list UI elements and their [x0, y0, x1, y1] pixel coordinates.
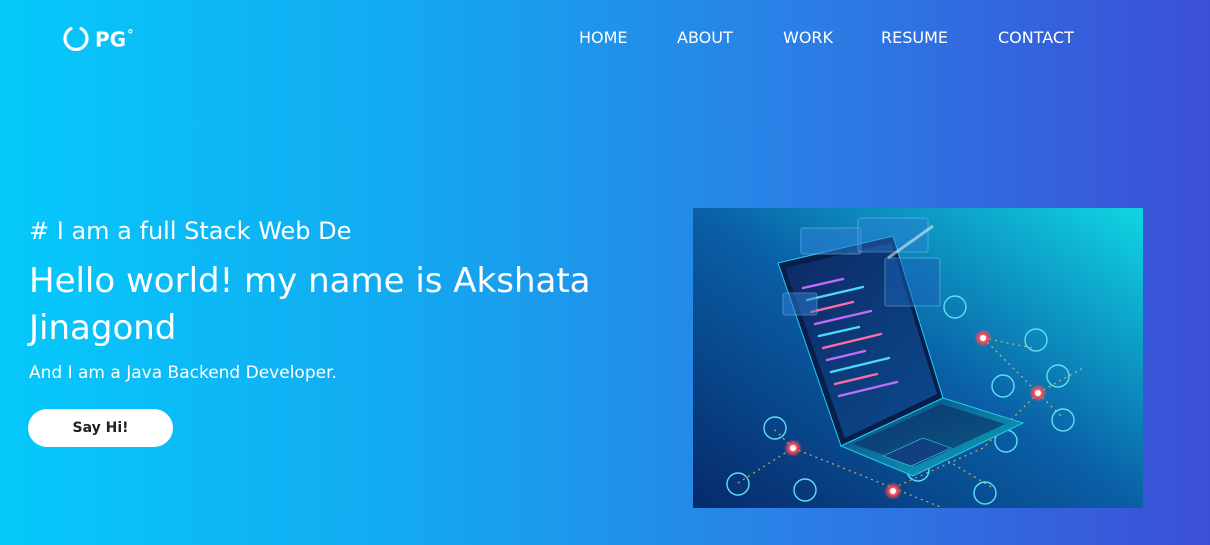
- hero-subtitle: And I am a Java Backend Developer.: [29, 363, 337, 383]
- logo-text: PG°: [95, 27, 134, 52]
- nav-contact[interactable]: CONTACT: [998, 28, 1088, 48]
- nav-work[interactable]: WORK: [783, 28, 881, 48]
- nav-resume[interactable]: RESUME: [881, 28, 998, 48]
- hero-illustration: [693, 208, 1143, 508]
- site-logo[interactable]: PG°: [62, 23, 134, 53]
- ring-logo-icon: [63, 27, 89, 51]
- say-hi-button[interactable]: Say Hi!: [28, 409, 173, 447]
- nav-about[interactable]: ABOUT: [677, 28, 783, 48]
- hero-title: Hello world! my name is Akshata Jinagond: [29, 261, 591, 348]
- main-nav: HOME ABOUT WORK RESUME CONTACT: [579, 28, 1088, 48]
- hero-tagline: # I am a full Stack Web De: [29, 217, 352, 245]
- laptop-circuit-illustration: [693, 208, 1143, 508]
- nav-home[interactable]: HOME: [579, 28, 677, 48]
